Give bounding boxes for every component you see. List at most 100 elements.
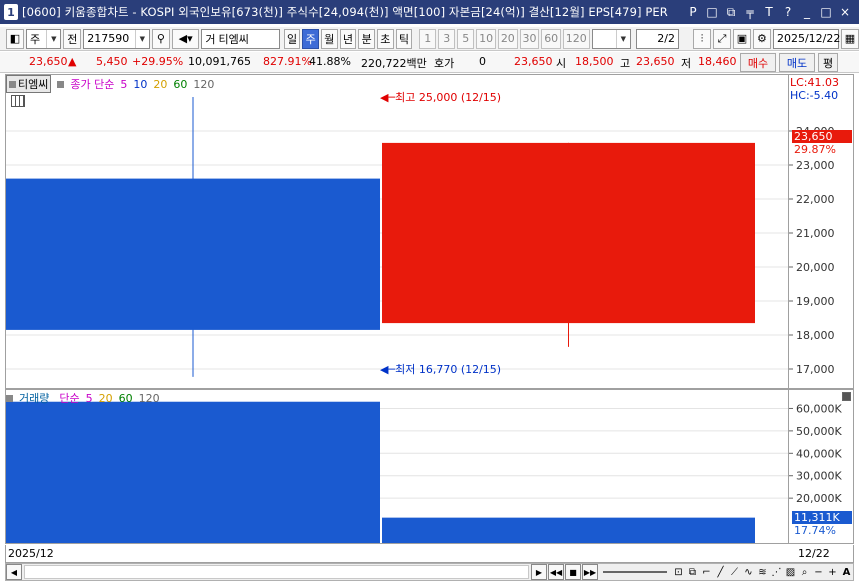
tab-day[interactable]: 일 xyxy=(283,28,301,49)
bid-label: 호가 xyxy=(434,57,455,70)
price-ma-10: 10 xyxy=(133,77,148,91)
volume-marker-icon xyxy=(6,394,13,402)
ma-marker-icon xyxy=(57,80,65,88)
interval-120[interactable]: 120 xyxy=(563,28,590,49)
chevron-down-icon: ▼ xyxy=(615,29,630,48)
interval-60[interactable]: 60 xyxy=(541,28,562,49)
current-volume-tag: 11,311K xyxy=(792,511,852,524)
date-input[interactable]: 2025/12/22 xyxy=(772,28,840,49)
copy-icon[interactable]: ⧉ xyxy=(686,567,699,578)
market-select[interactable]: 주 ▼ xyxy=(26,28,62,49)
candle-icon[interactable]: ⫶ xyxy=(692,28,711,49)
zoom-out-icon[interactable]: − xyxy=(812,567,825,578)
tab-week[interactable]: 주 xyxy=(302,28,319,49)
window-titlebar: 1 [0600] 키움종합차트 - KOSPI 외국인보유[673(천)] 주식… xyxy=(0,0,859,24)
interval-30[interactable]: 30 xyxy=(519,28,540,49)
interval-20[interactable]: 20 xyxy=(497,28,518,49)
price-legend-box[interactable]: 티엠씨 xyxy=(6,75,52,93)
left-arrow-icon: ◀─ xyxy=(380,91,396,104)
volume-pct: 827.91% xyxy=(263,55,312,68)
series-marker-icon xyxy=(9,80,16,88)
eval-button[interactable]: 평 xyxy=(818,53,838,72)
sound-icon[interactable]: ◀▾ xyxy=(171,28,200,49)
close-icon[interactable]: × xyxy=(839,5,851,20)
interval-5[interactable]: 5 xyxy=(457,28,475,49)
fib-icon[interactable]: ≋ xyxy=(756,567,769,578)
line-icon[interactable]: ╱ xyxy=(714,567,727,578)
gear-icon[interactable]: ⚙ xyxy=(752,28,771,49)
ask-price: 23,650 xyxy=(514,55,553,68)
interval-1[interactable]: 1 xyxy=(419,28,437,49)
price-ma-label[interactable]: 종가 단순 xyxy=(70,76,114,92)
volume-ma-5: 5 xyxy=(85,391,93,405)
low-annotation: ◀─최저 16,770 (12/15) xyxy=(380,363,502,376)
chart-toolbar: ◧ 주 ▼ 전 217590 ▼ ⚲ ◀▾ 거 티엠씨 일 주 월 년 분 초 … xyxy=(0,27,859,51)
play-icon[interactable]: ▶ xyxy=(531,564,547,580)
zoom-icon[interactable]: ⌕ xyxy=(798,567,811,578)
price-change: 5,450 xyxy=(96,55,128,68)
font-icon[interactable]: T xyxy=(763,5,775,20)
quote-bar: 23,650 ▲ 5,450 +29.95% 10,091,765 827.91… xyxy=(0,52,859,73)
rewind-icon[interactable]: ◀◀ xyxy=(548,564,564,580)
sell-button[interactable]: 매도 xyxy=(779,53,815,72)
chart-scrollbar: ◀ ▶ ◀◀ ■ ▶▶ ⊡ ⧉ ⌐ ╱ ⟋ ∿ ≋ ⋰ ▨ ⌕ − + A xyxy=(5,563,854,581)
price-ma-5: 5 xyxy=(120,77,128,91)
zoom-in-icon[interactable]: + xyxy=(826,567,839,578)
stop-icon[interactable]: ■ xyxy=(565,564,581,580)
buy-button[interactable]: 매수 xyxy=(740,53,776,72)
high-value: 23,650 xyxy=(636,55,675,68)
wave-icon[interactable]: ∿ xyxy=(742,567,755,578)
minimize-icon[interactable]: _ xyxy=(801,5,813,20)
high-annotation: ◀─최고 25,000 (12/15) xyxy=(380,91,502,104)
draw-icon[interactable]: ⌐ xyxy=(700,567,713,578)
window-icon[interactable]: □ xyxy=(706,5,718,20)
stock-name-field[interactable]: 거 티엠씨 xyxy=(201,28,280,49)
panel-close-icon[interactable] xyxy=(842,392,851,401)
tab-tick[interactable]: 틱 xyxy=(395,28,413,49)
volume-ma-label[interactable]: 단순 xyxy=(59,390,79,406)
pattern-icon[interactable]: ⋰ xyxy=(770,567,783,578)
font-size-icon[interactable]: A xyxy=(840,567,853,578)
zoom-slider[interactable] xyxy=(603,571,667,573)
print-icon[interactable]: P xyxy=(687,5,699,20)
save-icon[interactable]: ▣ xyxy=(732,28,751,49)
current-price-tag: 23,650 xyxy=(792,130,852,143)
code-input[interactable]: 217590 ▼ xyxy=(83,28,150,49)
current-price-pct: 29.87% xyxy=(794,143,836,156)
maximize-icon[interactable]: □ xyxy=(820,5,832,20)
scroll-track[interactable] xyxy=(24,565,529,579)
amount-value: 220,722백만 xyxy=(361,57,427,70)
interval-select[interactable]: ▼ xyxy=(591,28,631,49)
calendar-icon[interactable]: ▦ xyxy=(840,28,859,49)
window-number[interactable]: 1 xyxy=(4,4,18,20)
interval-10[interactable]: 10 xyxy=(476,28,496,49)
volume-label[interactable]: 거래량 xyxy=(19,390,49,406)
tab-second[interactable]: 초 xyxy=(376,28,394,49)
scroll-left-icon[interactable]: ◀ xyxy=(6,564,22,580)
current-volume-pct: 17.74% xyxy=(794,524,836,537)
tab-year[interactable]: 년 xyxy=(339,28,357,49)
current-price: 23,650 xyxy=(29,55,68,68)
layout-icon[interactable]: ◧ xyxy=(6,28,24,49)
trend-icon[interactable]: ⟋ xyxy=(728,567,741,578)
pin-icon[interactable]: ╤ xyxy=(744,5,756,20)
table-icon[interactable] xyxy=(11,95,25,107)
chart-panel[interactable] xyxy=(5,74,789,544)
search-icon[interactable]: ⚲ xyxy=(151,28,170,49)
tab-month[interactable]: 월 xyxy=(321,28,338,49)
tile-icon[interactable]: ⧉ xyxy=(725,5,737,20)
up-arrow-icon: ▲ xyxy=(68,55,77,68)
tab-minute[interactable]: 분 xyxy=(358,28,375,49)
interval-3[interactable]: 3 xyxy=(438,28,456,49)
volume-ma-20: 20 xyxy=(98,391,113,405)
price-change-pct: +29.95% xyxy=(132,55,184,68)
prev-button[interactable]: 전 xyxy=(63,28,82,49)
volume-ma-120: 120 xyxy=(138,391,160,405)
forward-icon[interactable]: ▶▶ xyxy=(582,564,598,580)
title-icons: P □ ⧉ ╤ T ? _ □ × xyxy=(679,5,859,20)
crosshair-icon[interactable]: ⊡ xyxy=(672,567,685,578)
open-label: 시 xyxy=(556,57,567,70)
help-icon[interactable]: ? xyxy=(782,5,794,20)
indicator-icon[interactable]: ⤢ xyxy=(712,28,731,49)
image-icon[interactable]: ▨ xyxy=(784,567,797,578)
